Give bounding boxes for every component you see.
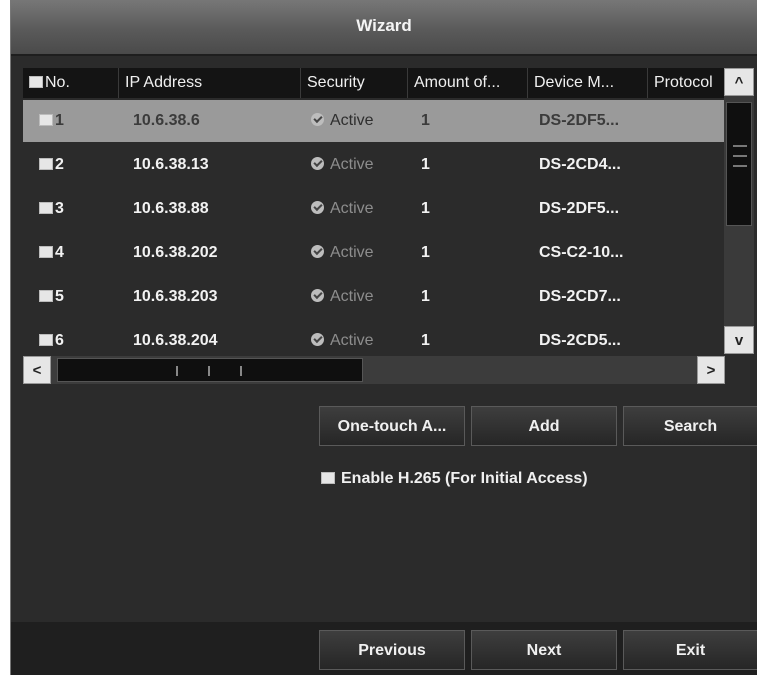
row-number: 2: [39, 144, 64, 186]
row-ip: 10.6.38.203: [133, 288, 218, 305]
row-ip: 10.6.38.13: [133, 156, 209, 173]
grip-line: [208, 366, 210, 376]
table-header: No. IP Address Security Amount of... Dev…: [23, 68, 725, 98]
table-row[interactable]: 3 10.6.38.88 Active 1 DS-2DF5...: [23, 188, 725, 230]
grip-line: [176, 366, 178, 376]
table-row[interactable]: 2 10.6.38.13 Active 1 DS-2CD4...: [23, 144, 725, 186]
h265-checkbox[interactable]: [321, 472, 335, 484]
scroll-down-button[interactable]: v: [724, 326, 754, 354]
header-device-model[interactable]: Device M...: [528, 68, 648, 98]
row-amount: 1: [421, 112, 430, 129]
table-row[interactable]: 1 10.6.38.6 Active 1 DS-2DF5...: [23, 100, 725, 142]
h265-label: Enable H.265 (For Initial Access): [341, 470, 588, 487]
previous-button[interactable]: Previous: [319, 630, 465, 670]
row-device-model: DS-2CD5...: [539, 332, 621, 349]
row-security: Active: [311, 276, 374, 318]
grip-line: [733, 155, 747, 157]
exit-button[interactable]: Exit: [623, 630, 757, 670]
row-number: 3: [39, 188, 64, 230]
row-checkbox[interactable]: [39, 158, 53, 170]
check-icon: [311, 245, 324, 258]
row-security: Active: [311, 232, 374, 274]
row-security: Active: [311, 188, 374, 230]
row-security: Active: [311, 144, 374, 186]
row-checkbox[interactable]: [39, 202, 53, 214]
row-ip: 10.6.38.6: [133, 112, 200, 129]
table-row[interactable]: 4 10.6.38.202 Active 1 CS-C2-10...: [23, 232, 725, 274]
check-icon: [311, 201, 324, 214]
wizard-window: Wizard No. IP Address Security Amount of…: [10, 0, 757, 675]
table-row[interactable]: 6 10.6.38.204 Active 1 DS-2CD5...: [23, 320, 725, 354]
next-button[interactable]: Next: [471, 630, 617, 670]
footer-bar: Previous Next Exit: [11, 622, 757, 675]
row-amount: 1: [421, 332, 430, 349]
scroll-up-button[interactable]: ^: [724, 68, 754, 96]
grip-line: [240, 366, 242, 376]
title-bar: Wizard: [11, 0, 757, 56]
row-amount: 1: [421, 200, 430, 217]
search-button[interactable]: Search: [623, 406, 757, 446]
grip-line: [733, 165, 747, 167]
row-number: 6: [39, 320, 64, 354]
row-device-model: DS-2DF5...: [539, 200, 620, 217]
vertical-scrollbar[interactable]: ^ v: [724, 68, 754, 354]
window-title: Wizard: [356, 16, 412, 35]
header-amount[interactable]: Amount of...: [408, 68, 528, 98]
select-all-checkbox[interactable]: [29, 76, 43, 88]
row-ip: 10.6.38.204: [133, 332, 218, 349]
horizontal-scrollbar[interactable]: < >: [23, 356, 725, 384]
header-ip-address[interactable]: IP Address: [119, 68, 301, 98]
row-checkbox[interactable]: [39, 334, 53, 346]
check-icon: [311, 333, 324, 346]
grip-line: [733, 145, 747, 147]
row-number: 5: [39, 276, 64, 318]
table-row[interactable]: 5 10.6.38.203 Active 1 DS-2CD7...: [23, 276, 725, 318]
one-touch-adding-button[interactable]: One-touch A...: [319, 406, 465, 446]
row-ip: 10.6.38.88: [133, 200, 209, 217]
row-checkbox[interactable]: [39, 290, 53, 302]
row-number: 1: [39, 100, 64, 142]
row-security: Active: [311, 100, 374, 142]
row-number: 4: [39, 232, 64, 274]
row-device-model: CS-C2-10...: [539, 244, 624, 261]
row-security: Active: [311, 320, 374, 354]
row-amount: 1: [421, 288, 430, 305]
row-amount: 1: [421, 156, 430, 173]
scroll-right-button[interactable]: >: [697, 356, 725, 384]
check-icon: [311, 113, 324, 126]
h265-option[interactable]: Enable H.265 (For Initial Access): [321, 470, 588, 488]
header-no[interactable]: No.: [23, 68, 119, 98]
row-device-model: DS-2CD7...: [539, 288, 621, 305]
row-checkbox[interactable]: [39, 114, 53, 126]
check-icon: [311, 157, 324, 170]
row-checkbox[interactable]: [39, 246, 53, 258]
header-security[interactable]: Security: [301, 68, 408, 98]
row-device-model: DS-2DF5...: [539, 112, 620, 129]
horizontal-scroll-thumb[interactable]: [57, 358, 363, 382]
header-protocol[interactable]: Protocol: [648, 68, 725, 98]
add-button[interactable]: Add: [471, 406, 617, 446]
check-icon: [311, 289, 324, 302]
row-amount: 1: [421, 244, 430, 261]
vertical-scroll-thumb[interactable]: [726, 102, 752, 226]
row-ip: 10.6.38.202: [133, 244, 218, 261]
scroll-left-button[interactable]: <: [23, 356, 51, 384]
row-device-model: DS-2CD4...: [539, 156, 621, 173]
